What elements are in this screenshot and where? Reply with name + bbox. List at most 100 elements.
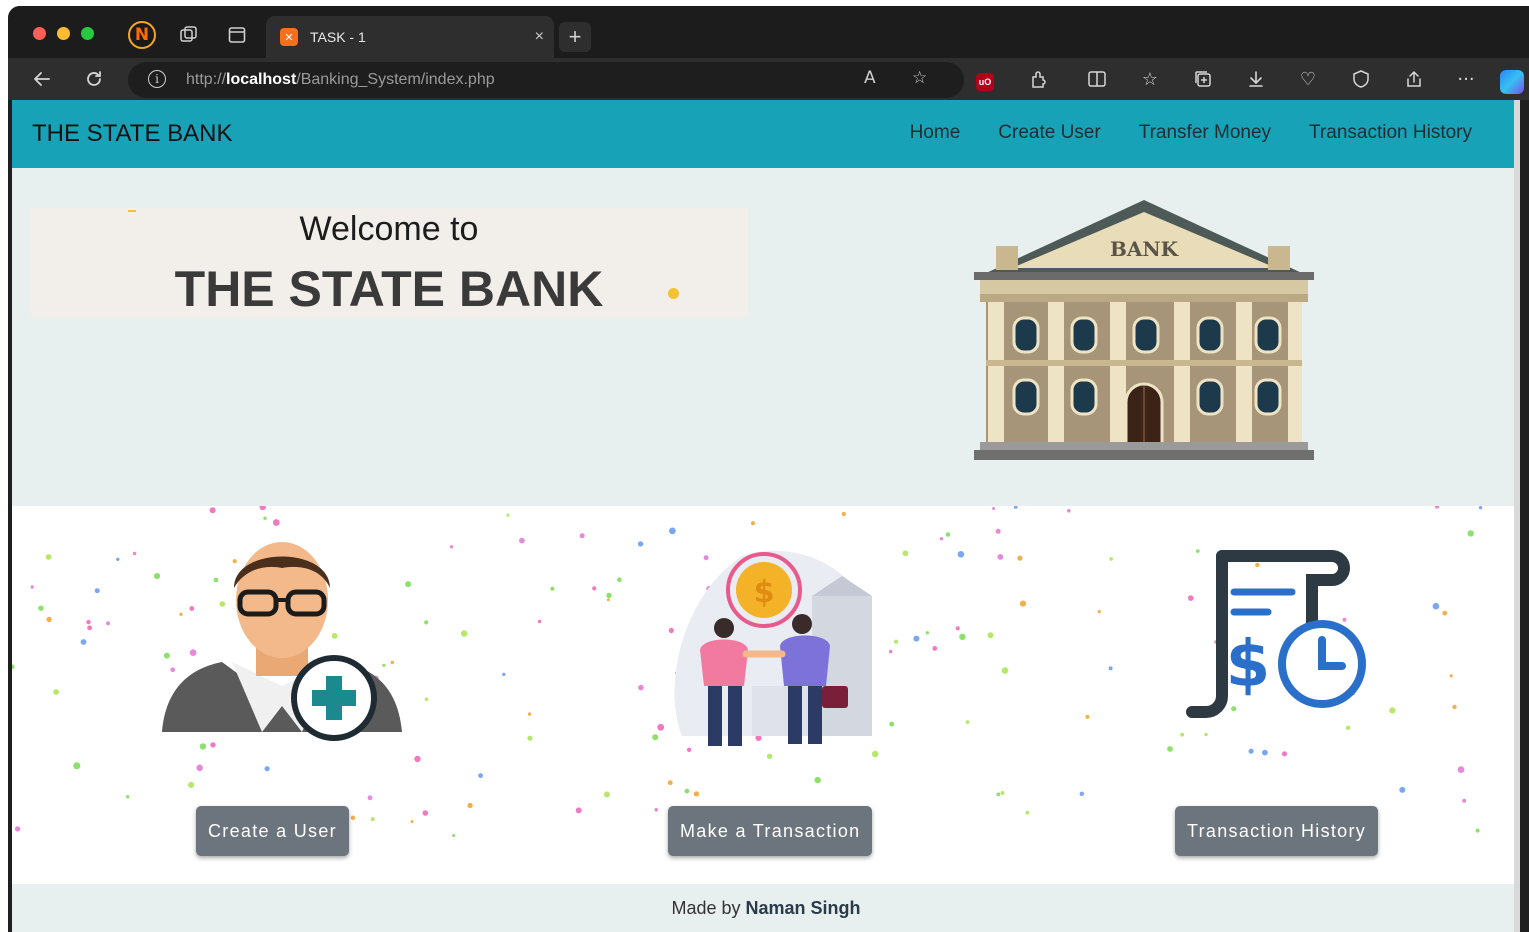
extensions-icon[interactable]	[1025, 65, 1053, 93]
confetti-dot	[579, 533, 585, 539]
confetti-dot	[53, 689, 59, 695]
confetti-dot	[424, 620, 429, 625]
confetti-dot	[132, 551, 137, 556]
browser-essentials-icon[interactable]	[1347, 65, 1375, 93]
confetti-dot	[519, 537, 525, 544]
footer-prefix: Made by	[671, 898, 741, 918]
ublock-icon[interactable]: uO	[976, 73, 994, 91]
back-icon[interactable]	[28, 65, 56, 93]
nav-link-transaction-history[interactable]: Transaction History	[1309, 122, 1472, 144]
confetti-dot	[606, 598, 610, 602]
confetti-dot	[987, 632, 994, 639]
confetti-dot	[1475, 828, 1480, 833]
confetti-dot	[1452, 704, 1457, 710]
nav-link-transfer-money[interactable]: Transfer Money	[1139, 122, 1271, 144]
confetti-dot	[106, 621, 111, 626]
confetti-dot	[45, 554, 52, 560]
card-transaction-history: $ Transaction History	[1152, 536, 1412, 856]
confetti-dot	[913, 635, 920, 642]
minimize-window-button[interactable]	[57, 27, 70, 40]
confetti-dot	[606, 592, 612, 599]
confetti-dot	[527, 712, 532, 716]
confetti-dot	[1467, 530, 1474, 537]
confetti-dot	[592, 586, 597, 591]
confetti-dot	[1442, 610, 1448, 616]
site-info-icon[interactable]: i	[148, 70, 166, 88]
confetti-dot	[669, 527, 676, 535]
confetti-dot	[957, 551, 965, 558]
confetti-dot	[959, 633, 966, 640]
confetti-dot	[527, 735, 533, 741]
workspaces-icon[interactable]	[176, 22, 202, 48]
favorites-icon[interactable]: ☆	[1136, 65, 1164, 93]
confetti-dot	[996, 792, 1001, 797]
add-user-icon	[162, 542, 402, 741]
confetti-dot	[1017, 555, 1023, 561]
more-icon[interactable]: ···	[1452, 65, 1480, 93]
confetti-dot	[575, 807, 582, 814]
confetti-dot	[1079, 791, 1085, 796]
confetti-dot	[1067, 509, 1071, 513]
confetti-dot	[1000, 791, 1005, 795]
transaction-history-button[interactable]: Transaction History	[1175, 806, 1379, 856]
favorite-star-icon[interactable]: ☆	[912, 68, 927, 88]
confetti-dot	[995, 528, 1001, 534]
nav-link-home[interactable]: Home	[910, 122, 961, 144]
confetti-dot	[86, 619, 91, 625]
close-window-button[interactable]	[33, 27, 46, 40]
performance-icon[interactable]: ♡	[1294, 65, 1322, 93]
confetti-dot	[126, 795, 130, 799]
brand-logo[interactable]: THE STATE BANK	[32, 120, 232, 148]
read-aloud-icon[interactable]: A	[864, 68, 876, 88]
nav-links: Home Create User Transfer Money Transact…	[910, 122, 1472, 144]
new-tab-button[interactable]: +	[559, 22, 591, 52]
confetti-dot	[955, 626, 960, 631]
active-tab[interactable]: ✕ TASK - 1 ×	[266, 16, 554, 58]
footer-author: Naman Singh	[745, 898, 861, 918]
download-icon[interactable]	[1242, 65, 1270, 93]
svg-text:$: $	[754, 575, 775, 610]
tab-title: TASK - 1	[310, 29, 366, 45]
confetti-dot	[997, 554, 1004, 560]
bank-sign-text: BANK	[1110, 237, 1179, 261]
tab-close-icon[interactable]: ×	[535, 28, 544, 46]
confetti-dot	[87, 625, 92, 631]
url-text[interactable]: http://localhost/Banking_System/index.ph…	[186, 71, 495, 89]
web-page: THE STATE BANK Home Create User Transfer…	[12, 100, 1520, 932]
card-make-transaction: $ Make a Transaction	[652, 536, 912, 856]
make-transaction-button[interactable]: Make a Transaction	[668, 806, 873, 856]
split-screen-icon[interactable]	[1083, 65, 1111, 93]
confetti-dot	[467, 802, 473, 809]
confetti-dot	[1085, 714, 1090, 719]
transaction-icon: $	[674, 550, 872, 746]
svg-text:$: $	[1226, 628, 1271, 702]
page-scrollbar[interactable]	[1514, 100, 1520, 932]
confetti-dot	[116, 557, 120, 561]
confetti-dot	[422, 810, 429, 816]
decor-dot	[668, 288, 679, 299]
address-bar[interactable]: i http://localhost/Banking_System/index.…	[128, 62, 964, 98]
tab-actions-icon[interactable]	[224, 22, 250, 48]
confetti-dot	[1449, 674, 1453, 678]
nav-link-create-user[interactable]: Create User	[998, 122, 1100, 144]
confetti-dot	[478, 773, 483, 778]
collections-icon[interactable]	[1189, 65, 1217, 93]
create-user-button[interactable]: Create a User	[196, 806, 349, 856]
profile-icon[interactable]: N	[128, 21, 156, 49]
confetti-dot	[14, 826, 21, 832]
confetti-dot	[1097, 610, 1101, 614]
welcome-banner: Welcome to THE STATE BANK	[30, 208, 748, 318]
refresh-icon[interactable]	[80, 65, 108, 93]
confetti-dot	[502, 672, 506, 677]
confetti-dot	[424, 697, 429, 701]
copilot-icon[interactable]	[1500, 70, 1524, 94]
confetti-dot	[1478, 506, 1483, 510]
browser-window: N ✕ TASK - 1 × + i http://localhost/Bank…	[8, 6, 1529, 932]
confetti-dot	[617, 577, 622, 582]
confetti-dot	[259, 506, 266, 511]
share-icon[interactable]	[1400, 65, 1428, 93]
maximize-window-button[interactable]	[81, 27, 94, 40]
confetti-dot	[603, 791, 610, 798]
confetti-dot	[1108, 666, 1113, 671]
confetti-dot	[38, 605, 44, 611]
